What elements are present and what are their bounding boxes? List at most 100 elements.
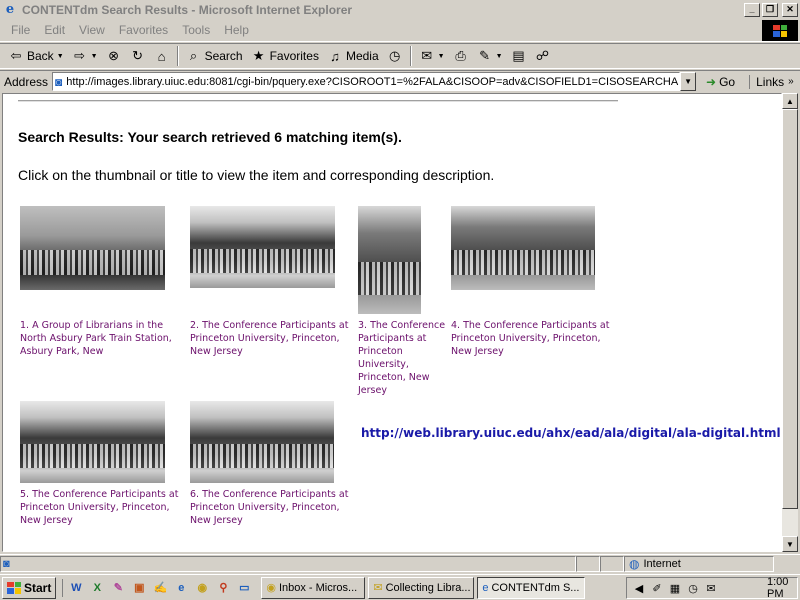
word-icon[interactable]: W: [67, 579, 85, 597]
scrollbar-thumb[interactable]: [782, 109, 798, 509]
result-title-1[interactable]: 1. A Group of Librarians in the North As…: [20, 319, 180, 358]
search-people-icon[interactable]: ⚲: [214, 579, 232, 597]
close-button[interactable]: ✕: [782, 2, 798, 17]
vertical-scrollbar[interactable]: ▲ ▼: [782, 93, 798, 552]
refresh-button[interactable]: ↻: [126, 45, 150, 67]
address-input[interactable]: ◙ http://images.library.uiuc.edu:8081/cg…: [52, 72, 681, 91]
pen-icon[interactable]: ✐: [649, 582, 665, 595]
refresh-icon: ↻: [132, 48, 144, 63]
start-button[interactable]: Start: [2, 576, 57, 599]
edit-button[interactable]: ✎ ▼: [473, 45, 507, 67]
task-contentdm-label: CONTENTdm S...: [491, 581, 580, 594]
discuss-icon: ▤: [512, 48, 525, 63]
speaker-icon[interactable]: ◀: [631, 582, 647, 595]
result-title-3[interactable]: 3. The Conference Participants at Prince…: [358, 319, 448, 397]
ie-icon: e: [5, 2, 15, 17]
desktop-icon[interactable]: ▭: [235, 579, 253, 597]
window-title: CONTENTdm Search Results - Microsoft Int…: [22, 2, 353, 17]
start-label: Start: [24, 580, 52, 595]
page-loaded-icon: ◙: [3, 557, 10, 570]
thumbnail-4[interactable]: [451, 206, 595, 290]
task-contentdm[interactable]: e CONTENTdm S...: [477, 576, 586, 599]
menu-bar: File Edit View Favorites Tools Help: [0, 19, 800, 42]
globe-icon: ◍: [629, 556, 640, 571]
home-button[interactable]: ⌂: [150, 45, 174, 67]
discuss-button[interactable]: ▤: [507, 45, 531, 67]
media-label: Media: [345, 49, 379, 63]
address-dropdown-icon[interactable]: ▼: [680, 72, 697, 91]
task-inbox[interactable]: ◉ Inbox - Micros...: [261, 576, 366, 599]
publisher-icon[interactable]: ✍: [151, 579, 169, 597]
scheduler-icon[interactable]: ◷: [685, 582, 701, 595]
scroll-up-icon[interactable]: ▲: [782, 93, 798, 109]
network-icon[interactable]: ▦: [667, 582, 683, 595]
page-content: Search Results: Your search retrieved 6 …: [2, 93, 782, 552]
menu-file[interactable]: File: [4, 23, 37, 37]
thumbnail-1[interactable]: [20, 206, 165, 290]
minimize-button[interactable]: _: [744, 2, 760, 17]
thumbnail-5[interactable]: [20, 401, 165, 483]
outlook-icon[interactable]: ◉: [193, 579, 211, 597]
back-button[interactable]: ⇦ Back ▼: [4, 45, 68, 67]
search-button[interactable]: ⌕ Search: [182, 45, 247, 67]
back-arrow-icon: ⇦: [10, 48, 22, 63]
restore-button[interactable]: ❐: [762, 2, 778, 17]
thumbnail-6[interactable]: [190, 401, 334, 483]
mail-task-icon: ✉: [373, 582, 383, 594]
favorites-icon: ★: [252, 48, 265, 63]
history-icon: ◷: [388, 48, 401, 63]
result-title-2[interactable]: 2. The Conference Participants at Prince…: [190, 319, 355, 358]
result-title-5[interactable]: 5. The Conference Participants at Prince…: [20, 488, 185, 527]
status-cell: [576, 555, 600, 572]
links-chevron-icon[interactable]: »: [788, 76, 794, 87]
mail-button[interactable]: ✉ ▼: [415, 45, 449, 67]
menu-edit[interactable]: Edit: [37, 23, 72, 37]
back-dropdown-icon[interactable]: ▼: [57, 53, 64, 60]
scroll-down-icon[interactable]: ▼: [782, 536, 798, 552]
taskbar: Start W X ✎ ▣ ✍ e ◉ ⚲ ▭ ◉ Inbox - Micros…: [0, 574, 800, 600]
edit-dropdown-icon[interactable]: ▼: [496, 53, 503, 60]
thumbnail-2[interactable]: [190, 206, 335, 288]
forward-dropdown-icon[interactable]: ▼: [91, 53, 98, 60]
thumbnail-3[interactable]: [358, 206, 421, 314]
links-button[interactable]: Links: [749, 74, 784, 89]
search-icon: ⌕: [189, 48, 198, 63]
edit-icon: ✎: [479, 48, 491, 63]
media-icon: ♫: [330, 48, 340, 64]
messenger-button[interactable]: ☍: [531, 45, 555, 67]
stop-button[interactable]: ⊗: [102, 45, 126, 67]
excel-icon[interactable]: X: [88, 579, 106, 597]
go-button[interactable]: ➜ Go: [706, 75, 735, 89]
history-button[interactable]: ◷: [383, 45, 407, 67]
task-collecting[interactable]: ✉ Collecting Libra...: [368, 576, 475, 599]
result-title-6[interactable]: 6. The Conference Participants at Prince…: [190, 488, 355, 527]
result-title-4[interactable]: 4. The Conference Participants at Prince…: [451, 319, 616, 358]
ala-digital-link[interactable]: http://web.library.uiuc.edu/ahx/ead/ala/…: [361, 426, 781, 440]
access-icon[interactable]: ▣: [130, 579, 148, 597]
menu-view[interactable]: View: [72, 23, 112, 37]
address-bar: Address ◙ http://images.library.uiuc.edu…: [0, 70, 800, 92]
ie-task-icon: e: [482, 581, 489, 594]
windows-logo: [762, 20, 798, 41]
system-tray: ◀ ✐ ▦ ◷ ✉ 1:00 PM: [626, 576, 798, 600]
menu-favorites[interactable]: Favorites: [112, 23, 175, 37]
mail-dropdown-icon[interactable]: ▼: [438, 53, 445, 60]
go-label: Go: [719, 74, 736, 89]
favorites-button[interactable]: ★ Favorites: [247, 45, 323, 67]
favorites-label: Favorites: [269, 49, 319, 63]
results-heading: Search Results: Your search retrieved 6 …: [18, 129, 402, 145]
print-button[interactable]: ⎙: [449, 45, 473, 67]
media-button[interactable]: ♫ Media: [323, 45, 383, 67]
task-collecting-label: Collecting Libra...: [385, 581, 471, 594]
ie-quicklaunch-icon[interactable]: e: [172, 579, 190, 597]
menu-tools[interactable]: Tools: [175, 23, 217, 37]
messenger-icon: ☍: [535, 48, 550, 63]
mail-tray-icon[interactable]: ✉: [703, 582, 719, 595]
paint-icon[interactable]: ✎: [109, 579, 127, 597]
menu-help[interactable]: Help: [217, 23, 256, 37]
windows-flag-icon: [7, 581, 21, 594]
forward-button[interactable]: ⇨ ▼: [68, 45, 102, 67]
security-zone: ◍ Internet: [624, 555, 774, 572]
back-label: Back: [27, 49, 54, 63]
go-arrow-icon: ➜: [706, 74, 717, 89]
